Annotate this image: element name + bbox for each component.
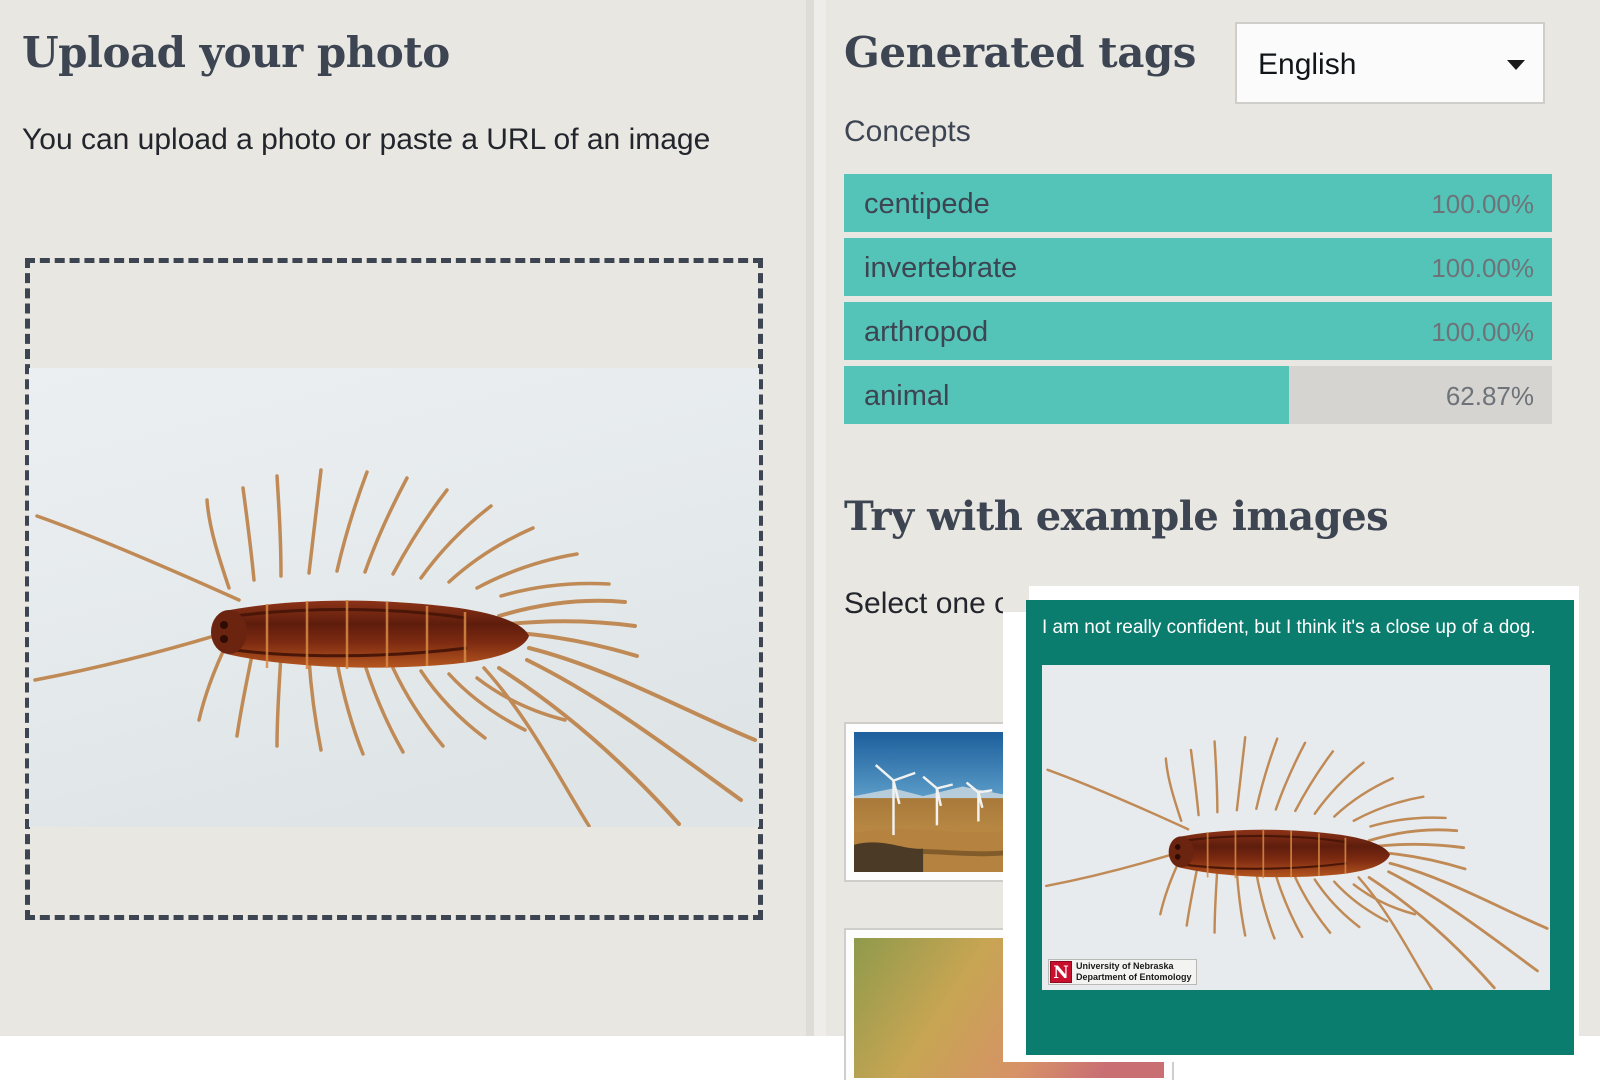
upload-panel: Upload your photo You can upload a photo… bbox=[0, 0, 806, 1036]
examples-title: Try with example images bbox=[844, 493, 1389, 540]
tag-label: centipede bbox=[864, 188, 990, 220]
concepts-list: centipede 100.00% invertebrate 100.00% a… bbox=[844, 174, 1552, 430]
popup-centipede-illustration bbox=[1042, 665, 1550, 990]
table-row[interactable]: centipede 100.00% bbox=[844, 174, 1552, 232]
language-select[interactable]: English bbox=[1235, 22, 1545, 104]
page-title: Upload your photo bbox=[22, 28, 450, 77]
image-watermark: N University of Nebraska Department of E… bbox=[1048, 959, 1197, 985]
language-select-value: English bbox=[1258, 48, 1357, 81]
chevron-down-icon bbox=[1507, 60, 1525, 70]
tag-label: arthropod bbox=[864, 316, 989, 348]
tag-score: 62.87% bbox=[1445, 381, 1534, 411]
centipede-photo-illustration bbox=[29, 368, 759, 827]
column-divider bbox=[806, 0, 834, 1036]
table-row[interactable]: invertebrate 100.00% bbox=[844, 238, 1552, 296]
tag-score: 100.00% bbox=[1431, 189, 1534, 219]
generated-tags-title: Generated tags bbox=[844, 28, 1196, 77]
popup-image: N University of Nebraska Department of E… bbox=[1042, 665, 1550, 990]
watermark-line-1: University of Nebraska bbox=[1076, 961, 1174, 971]
uploaded-photo bbox=[29, 368, 759, 827]
app-root: Upload your photo You can upload a photo… bbox=[0, 0, 1600, 1080]
nebraska-logo-icon: N bbox=[1050, 961, 1072, 983]
watermark-line-2: Department of Entomology bbox=[1076, 972, 1192, 982]
tag-label: invertebrate bbox=[864, 252, 1018, 284]
table-row[interactable]: arthropod 100.00% bbox=[844, 302, 1552, 360]
tag-score: 100.00% bbox=[1431, 253, 1534, 283]
concepts-label: Concepts bbox=[844, 115, 971, 148]
upload-description: You can upload a photo or paste a URL of… bbox=[22, 123, 711, 156]
popup-caption: I am not really confident, but I think i… bbox=[1042, 617, 1536, 638]
table-row[interactable]: animal 62.87% bbox=[844, 366, 1552, 424]
tag-label: animal bbox=[864, 380, 950, 412]
tag-score: 100.00% bbox=[1431, 317, 1534, 347]
watermark-text: University of Nebraska Department of Ent… bbox=[1076, 961, 1192, 983]
